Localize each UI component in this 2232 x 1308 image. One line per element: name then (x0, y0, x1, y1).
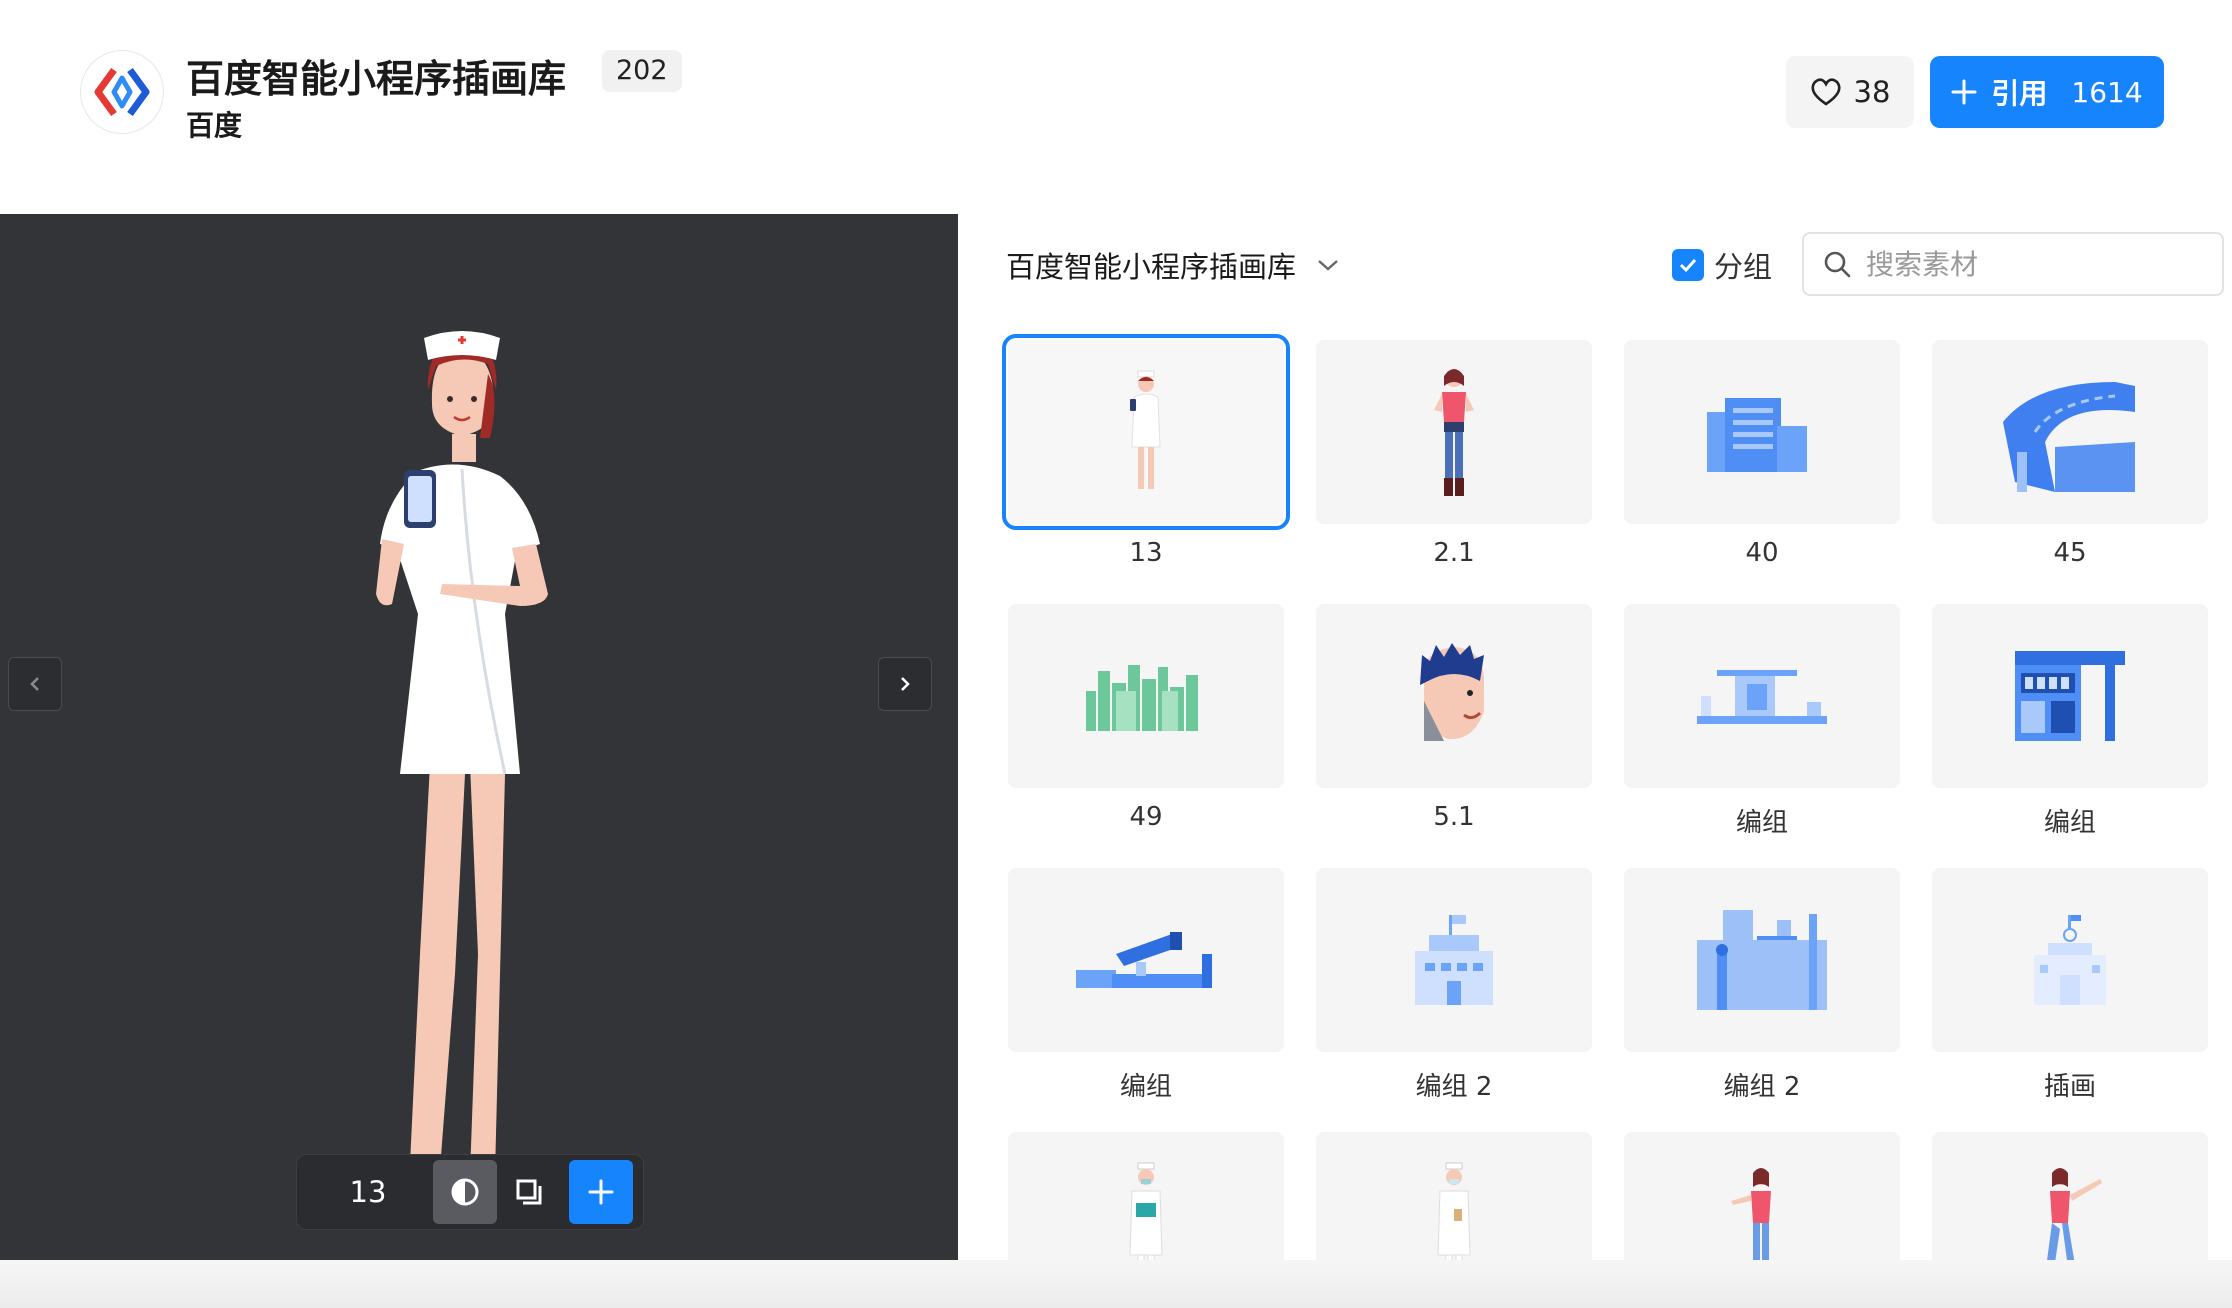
asset-label: 45 (2053, 538, 2087, 568)
asset-thumbnail[interactable] (1624, 340, 1900, 524)
asset-card[interactable]: 插画 (1932, 868, 2208, 1103)
next-button[interactable] (878, 657, 932, 711)
asset-card[interactable]: 编组 (1008, 868, 1284, 1103)
asset-thumbnail[interactable] (1316, 1132, 1592, 1260)
asset-label: 13 (1129, 538, 1163, 568)
asset-thumbnail[interactable] (1002, 334, 1290, 530)
doctor-mask-illustration-icon (1129, 1162, 1163, 1260)
asset-card[interactable] (1624, 1132, 1900, 1260)
asset-label: 编组 2 (1723, 1072, 1801, 1102)
school-building-illustration-icon (1415, 915, 1493, 1005)
asset-thumbnail[interactable] (1932, 340, 2208, 524)
asset-label: 2.1 (1433, 538, 1475, 568)
asset-panel: 百度智能小程序插画库 分组 搜索素材 13 2.1 40 45 49 5.1 编… (958, 214, 2232, 1260)
asset-label: 编组 2 (1415, 1072, 1493, 1102)
group-checkbox[interactable] (1672, 249, 1704, 281)
baidu-logo-icon (94, 67, 150, 117)
cite-label: 引用 (1991, 77, 2048, 110)
asset-thumbnail[interactable] (1624, 1132, 1900, 1260)
man-face-illustration-icon (1420, 643, 1484, 741)
asset-thumbnail[interactable] (1624, 868, 1900, 1052)
copy-button[interactable] (497, 1160, 561, 1224)
contrast-toggle-button[interactable] (433, 1160, 497, 1224)
group-toggle[interactable]: 分组 (1672, 244, 1772, 286)
asset-thumbnail[interactable] (1932, 604, 2208, 788)
asset-thumbnail[interactable] (1624, 604, 1900, 788)
asset-label: 5.1 (1433, 802, 1475, 832)
chevron-left-icon (30, 677, 39, 691)
chevron-down-icon (1318, 260, 1338, 271)
add-button[interactable] (569, 1160, 633, 1224)
city-skyline-illustration-icon (1697, 910, 1827, 1010)
group-label: 分组 (1714, 250, 1773, 284)
asset-card[interactable]: 40 (1624, 340, 1900, 568)
asset-card[interactable]: 2.1 (1316, 340, 1592, 568)
header: 百度智能小程序插画库 202 百度 38 引用 1614 (0, 0, 2232, 214)
preview-pane: 13 (0, 214, 958, 1260)
copy-icon (516, 1179, 542, 1205)
asset-thumbnail[interactable] (1008, 604, 1284, 788)
search-input[interactable] (1866, 247, 2196, 281)
checkmark-icon (1679, 258, 1697, 273)
woman-walking-illustration-icon (2047, 1168, 2102, 1260)
asset-card[interactable]: 13 (1002, 334, 1290, 568)
woman-standing-illustration-icon (1434, 369, 1474, 496)
asset-thumbnail[interactable] (1316, 340, 1592, 524)
asset-card[interactable] (1008, 1132, 1284, 1260)
current-item-name: 13 (349, 1175, 387, 1209)
green-city-illustration-icon (1086, 665, 1198, 731)
asset-card[interactable]: 49 (1008, 604, 1284, 832)
library-logo (80, 50, 164, 134)
item-count-badge: 202 (602, 50, 682, 92)
asset-label: 编组 (2043, 808, 2096, 838)
cite-count: 1614 (2071, 75, 2143, 109)
asset-label: 49 (1129, 802, 1163, 832)
library-select-label: 百度智能小程序插画库 (1006, 250, 1297, 284)
bottom-edge (0, 1260, 2232, 1308)
asset-card[interactable]: 编组 2 (1316, 868, 1592, 1103)
atm-machine-illustration-icon (2015, 651, 2125, 741)
blue-building-illustration-icon (1707, 398, 1807, 472)
nurse-illustration-icon (1130, 370, 1161, 489)
asset-thumbnail[interactable] (1008, 868, 1284, 1052)
previous-button[interactable] (8, 657, 62, 711)
nurse-illustration-preview (376, 331, 548, 1197)
cite-button[interactable]: 引用 1614 (1930, 56, 2164, 128)
bus-stop-illustration-icon (1697, 670, 1827, 724)
asset-card[interactable]: 45 (1932, 340, 2208, 568)
asset-thumbnail[interactable] (1932, 868, 2208, 1052)
asset-thumbnail[interactable] (1008, 1132, 1284, 1260)
like-count: 38 (1853, 75, 1891, 109)
preview-toolbar: 13 (296, 1154, 644, 1230)
camera-illustration-icon (1076, 932, 1212, 988)
contrast-icon (451, 1178, 479, 1206)
asset-thumbnail[interactable] (1316, 868, 1592, 1052)
asset-thumbnail[interactable] (1316, 604, 1592, 788)
asset-card[interactable]: 5.1 (1316, 604, 1592, 832)
asset-thumbnail[interactable] (1932, 1132, 2208, 1260)
asset-label: 插画 (2043, 1072, 2096, 1102)
heart-icon (1811, 78, 1841, 106)
asset-label: 编组 (1735, 808, 1788, 838)
plus-icon (1951, 79, 1977, 105)
asset-card[interactable]: 编组 (1624, 604, 1900, 839)
hospital-illustration-icon (2034, 915, 2106, 1005)
asset-card[interactable]: 编组 2 (1624, 868, 1900, 1103)
plus-icon (588, 1179, 614, 1205)
library-author[interactable]: 百度 (186, 104, 242, 144)
asset-label: 40 (1745, 538, 1779, 568)
asset-card[interactable] (1932, 1132, 2208, 1260)
asset-label: 编组 (1119, 1072, 1172, 1102)
chevron-right-icon (901, 677, 910, 691)
nurse-mask-illustration-icon (1437, 1162, 1471, 1260)
woman-pointing-illustration-icon (1731, 1168, 1771, 1260)
search-icon (1824, 251, 1851, 278)
like-button[interactable]: 38 (1786, 56, 1914, 128)
asset-card[interactable]: 编组 (1932, 604, 2208, 839)
library-title: 百度智能小程序插画库 (186, 57, 567, 101)
asset-card[interactable] (1316, 1132, 1592, 1260)
search-box[interactable] (1802, 232, 2224, 296)
library-select[interactable]: 百度智能小程序插画库 (1006, 244, 1340, 286)
blue-road-illustration-icon (2003, 382, 2135, 492)
